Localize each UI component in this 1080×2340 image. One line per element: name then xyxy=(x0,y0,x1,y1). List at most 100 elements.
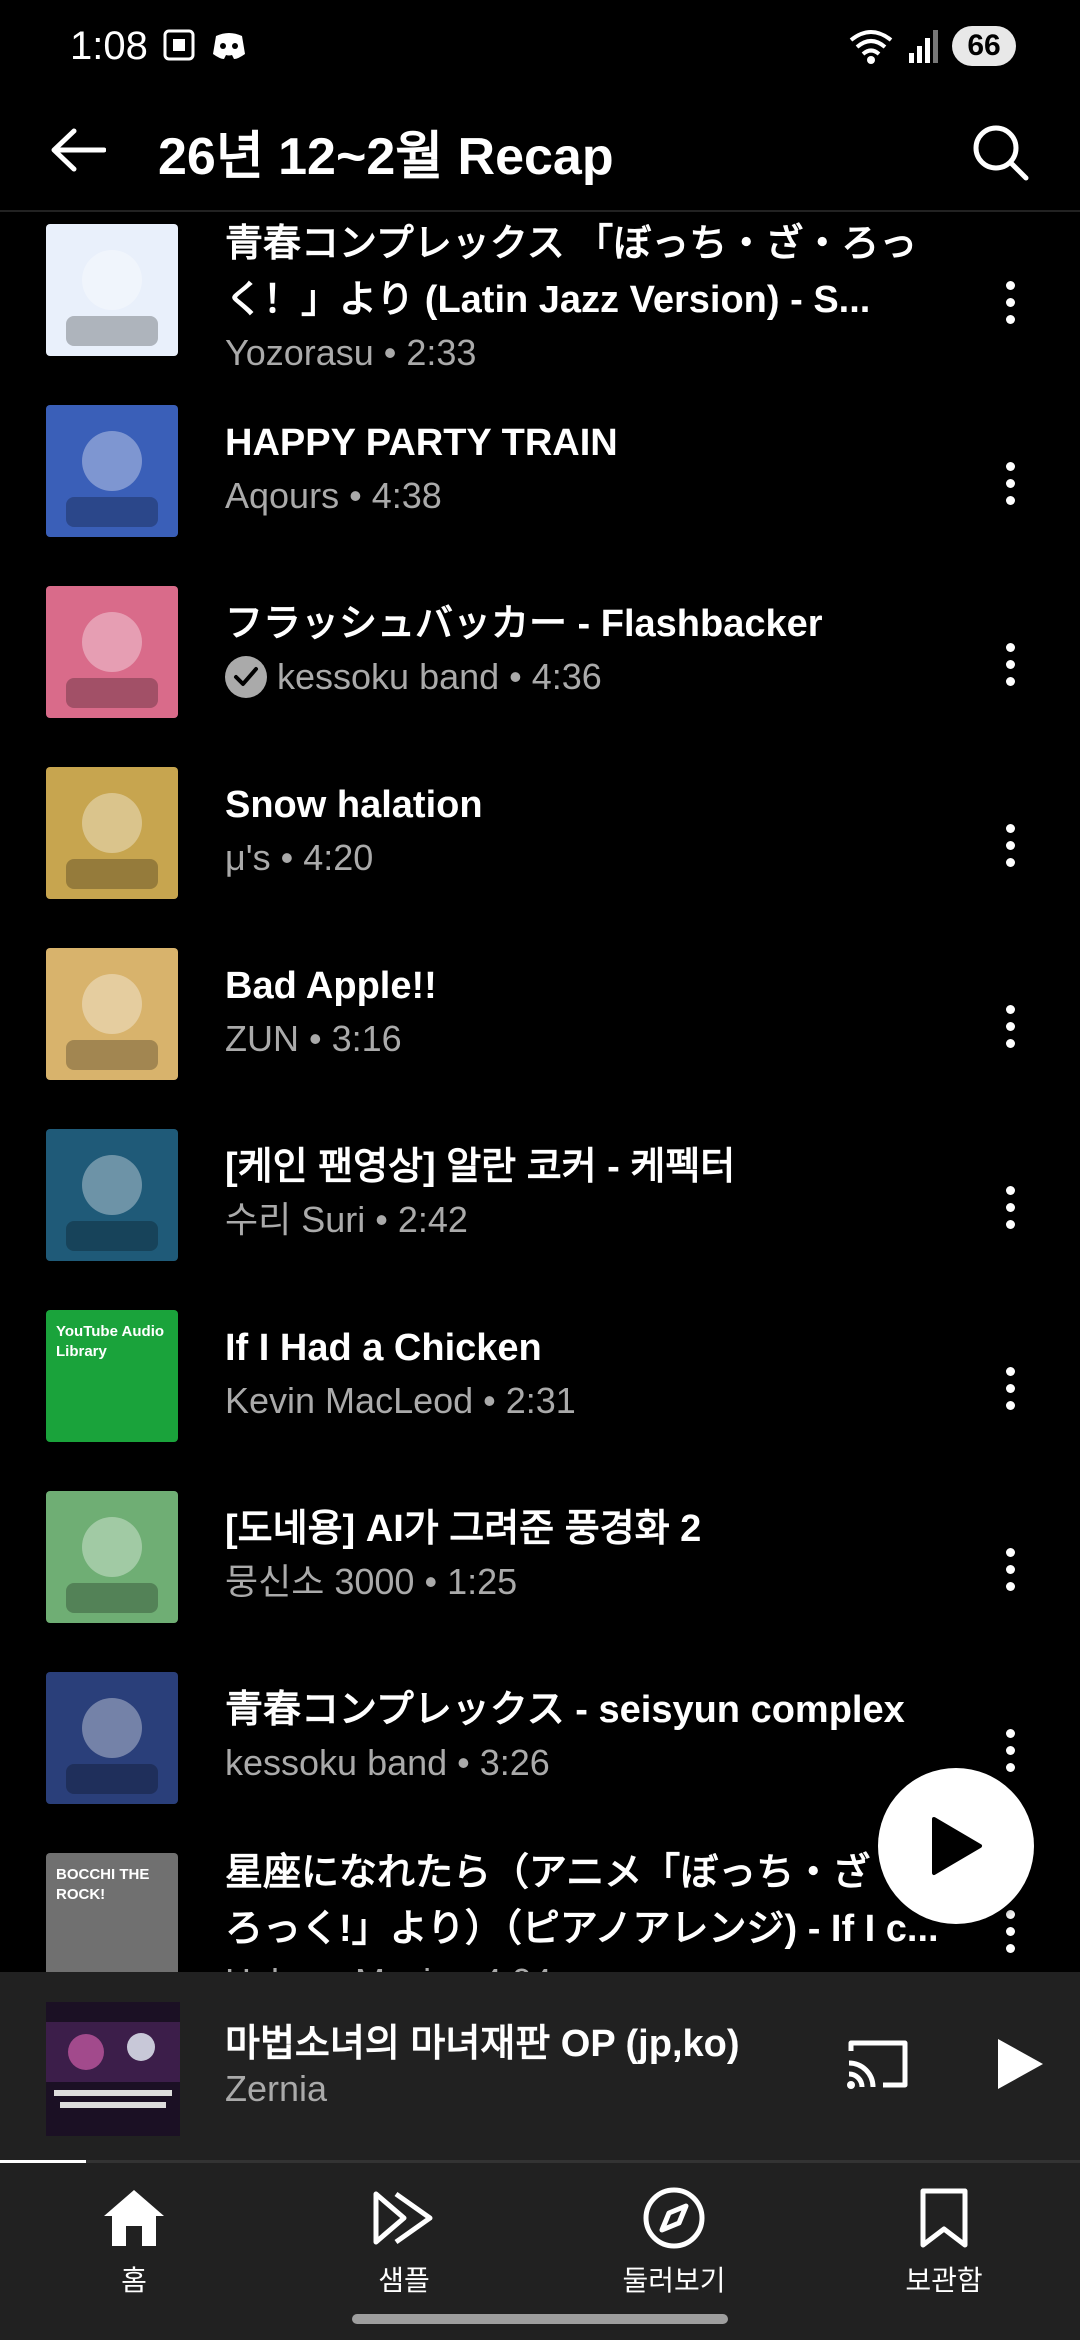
meta-separator: • xyxy=(499,656,532,697)
track-title: Snow halation xyxy=(225,784,483,826)
track-thumbnail xyxy=(46,405,178,537)
page-title: 26년 12~2월 Recap xyxy=(158,128,614,186)
thumbnail-art xyxy=(66,431,158,527)
meta-separator: • xyxy=(270,837,304,878)
track-subtitle: HalcyonMusic • 4:04 xyxy=(225,1957,945,1972)
track-thumbnail: BOCCHI THE ROCK! xyxy=(46,1853,178,1972)
nav-item-library[interactable]: 보관함 xyxy=(854,2183,1034,2299)
nav-label-library: 보관함 xyxy=(905,2265,983,2296)
status-system-icons: 66 xyxy=(848,26,1016,66)
track-row[interactable]: YouTube Audio Library If I Had a Chicken K… xyxy=(0,1298,1080,1479)
app-bar: 26년 12~2월 Recap xyxy=(0,96,1080,212)
track-artist: Yozorasu xyxy=(225,332,374,373)
track-duration: 1:25 xyxy=(447,1561,518,1602)
search-button[interactable] xyxy=(960,112,1040,192)
more-vert-icon xyxy=(1005,1185,1015,1229)
more-options-button[interactable] xyxy=(980,262,1040,342)
more-options-button[interactable] xyxy=(980,986,1040,1066)
discord-icon xyxy=(213,33,245,59)
track-title: 青春コンプレックス - seisyun complex xyxy=(225,1689,905,1731)
play-all-button[interactable] xyxy=(878,1768,1034,1924)
meta-separator: • xyxy=(299,1018,332,1059)
track-artist: ZUN xyxy=(225,1018,299,1059)
more-options-button[interactable] xyxy=(980,805,1040,885)
track-title: [도네용] AI가 그려준 풍경화 2 xyxy=(225,1508,702,1550)
more-vert-icon xyxy=(1005,280,1015,324)
thumbnail-art xyxy=(66,1155,158,1251)
nav-item-samples[interactable]: 샘플 xyxy=(314,2183,494,2299)
track-row[interactable]: Snow halation μ's • 4:20 xyxy=(0,755,1080,936)
mini-player-title: 마법소녀의 마녀재판 OP (jp,ko) xyxy=(225,2023,740,2065)
more-options-button[interactable] xyxy=(980,1348,1040,1428)
track-thumbnail: YouTube Audio Library xyxy=(46,1310,178,1442)
thumbnail-art xyxy=(66,974,158,1070)
track-artist: Aqours xyxy=(225,475,340,516)
verified-check-icon xyxy=(225,656,267,698)
mini-player-thumbnail xyxy=(46,2002,180,2136)
more-vert-icon xyxy=(1005,1728,1015,1772)
screenshot-icon xyxy=(163,29,195,61)
cast-icon xyxy=(847,2040,908,2089)
wifi-icon xyxy=(849,30,893,64)
thumbnail-art xyxy=(66,1698,158,1794)
track-title: フラッシュバッカー - Flashbacker xyxy=(225,603,823,645)
track-duration: 4:04 xyxy=(482,1961,552,1972)
track-duration: 3:16 xyxy=(331,1018,402,1059)
more-options-button[interactable] xyxy=(980,624,1040,704)
status-time: 1:08 xyxy=(70,24,148,68)
thumbnail-art xyxy=(66,250,158,346)
track-thumbnail xyxy=(46,1491,178,1623)
track-row[interactable]: HAPPY PARTY TRAIN Aqours • 4:38 xyxy=(0,393,1080,574)
home-icon xyxy=(104,2190,164,2246)
meta-separator: • xyxy=(473,1380,506,1421)
more-options-button[interactable] xyxy=(980,1529,1040,1609)
search-icon xyxy=(973,125,1029,181)
track-duration: 2:31 xyxy=(505,1380,576,1421)
thumbnail-caption: YouTube Audio Library xyxy=(56,1323,165,1360)
track-subtitle: Yozorasu • 2:33 xyxy=(225,328,945,378)
nav-label-home: 홈 xyxy=(121,2265,147,2296)
track-subtitle: 수리 Suri • 2:42 xyxy=(225,1195,945,1245)
explore-icon xyxy=(643,2187,705,2249)
meta-separator: • xyxy=(449,1961,482,1972)
mini-player[interactable]: 마법소녀의 마녀재판 OP (jp,ko) Zernia xyxy=(0,1972,1080,2162)
track-list[interactable]: 青春コンプレックス 「ぼっち・ざ・ろっく！」より (Latin Jazz Ver… xyxy=(0,212,1080,1972)
track-thumbnail xyxy=(46,224,178,356)
track-subtitle: kessoku band • 4:36 xyxy=(225,652,945,702)
track-row[interactable]: フラッシュバッカー - Flashbacker kessoku band • 4:… xyxy=(0,574,1080,755)
nav-item-home[interactable]: 홈 xyxy=(44,2183,224,2299)
play-icon xyxy=(932,1817,982,1875)
mini-player-play-button[interactable] xyxy=(980,2022,1060,2106)
back-button[interactable] xyxy=(46,118,110,182)
status-notification-icons xyxy=(162,28,248,62)
track-subtitle: Kevin MacLeod • 2:31 xyxy=(225,1376,945,1426)
more-options-button[interactable] xyxy=(980,443,1040,523)
track-duration: 3:26 xyxy=(479,1742,550,1783)
nav-label-samples: 샘플 xyxy=(378,2265,430,2296)
track-thumbnail xyxy=(46,586,178,718)
track-row[interactable]: Bad Apple!! ZUN • 3:16 xyxy=(0,936,1080,1117)
track-artist: 수리 Suri xyxy=(225,1199,366,1240)
meta-separator: • xyxy=(339,475,372,516)
track-thumbnail xyxy=(46,1672,178,1804)
track-row[interactable]: [도네용] AI가 그려준 풍경화 2 뭉신소 3000 • 1:25 xyxy=(0,1479,1080,1660)
track-title: [케인 팬영상] 알란 코커 - 케펙터 xyxy=(225,1146,736,1188)
track-title: 星座になれたら（アニメ「ぼっち・ざ・ろっく!」より）（ピアノアレンジ) - If… xyxy=(225,1852,939,1950)
track-duration: 4:36 xyxy=(531,656,602,697)
nav-item-explore[interactable]: 둘러보기 xyxy=(584,2183,764,2299)
track-artist: Kevin MacLeod xyxy=(225,1380,474,1421)
track-artist: μ's xyxy=(225,837,271,878)
track-row[interactable]: 青春コンプレックス 「ぼっち・ざ・ろっく！」より (Latin Jazz Ver… xyxy=(0,212,1080,393)
home-gesture-bar[interactable] xyxy=(352,2314,728,2324)
more-options-button[interactable] xyxy=(980,1167,1040,1247)
track-thumbnail xyxy=(46,767,178,899)
cast-button[interactable] xyxy=(842,2028,914,2100)
signal-icon xyxy=(909,30,938,63)
track-row[interactable]: [케인 팬영상] 알란 코커 - 케펙터수리 Suri • 2:42 xyxy=(0,1117,1080,1298)
thumbnail-art xyxy=(66,793,158,889)
more-vert-icon xyxy=(1005,1909,1015,1953)
track-title: If I Had a Chicken xyxy=(225,1327,542,1369)
track-title: Bad Apple!! xyxy=(225,965,437,1007)
track-duration: 4:20 xyxy=(303,837,374,878)
thumbnail-caption: BOCCHI THE ROCK! xyxy=(56,1866,150,1903)
